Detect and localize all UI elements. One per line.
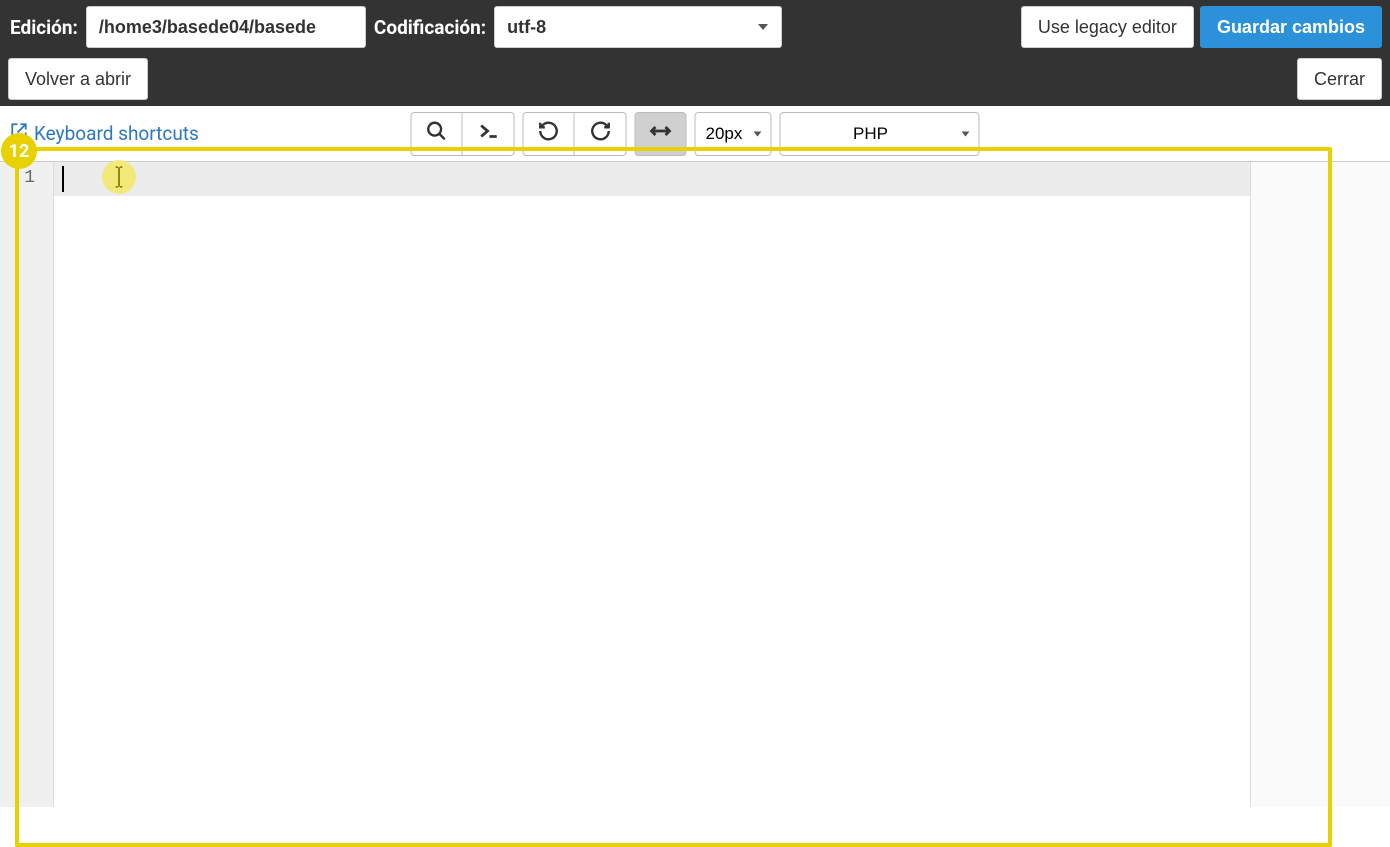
- code-editor[interactable]: 12 1: [0, 162, 1390, 807]
- editor-toolbar: Keyboard shortcuts: [0, 106, 1390, 162]
- encoding-select[interactable]: utf-8: [494, 6, 782, 48]
- editor-topbar: Edición: Codificación: utf-8 Use legacy …: [0, 0, 1390, 106]
- line-number: 1: [0, 162, 53, 194]
- save-button[interactable]: Guardar cambios: [1200, 6, 1382, 48]
- undo-icon: [538, 120, 560, 148]
- text-cursor: [62, 166, 64, 192]
- redo-button[interactable]: [575, 112, 627, 156]
- legacy-editor-button[interactable]: Use legacy editor: [1021, 6, 1194, 48]
- terminal-icon: [477, 120, 499, 148]
- line-number-gutter: 1: [0, 162, 54, 807]
- fontsize-select[interactable]: 20px: [695, 112, 772, 156]
- terminal-button[interactable]: [463, 112, 515, 156]
- horizontal-arrows-icon: [649, 119, 673, 149]
- cursor-pointer-annotation: [102, 160, 136, 194]
- keyboard-shortcuts-label: Keyboard shortcuts: [34, 122, 199, 145]
- search-icon: [426, 120, 448, 148]
- code-textarea[interactable]: [54, 162, 1390, 807]
- language-select[interactable]: PHP: [780, 112, 980, 156]
- wrap-toggle-button[interactable]: [635, 112, 687, 156]
- close-button[interactable]: Cerrar: [1297, 58, 1382, 100]
- minimap-lane[interactable]: [1250, 162, 1390, 807]
- reopen-button[interactable]: Volver a abrir: [8, 58, 148, 100]
- encoding-label: Codificación:: [372, 16, 488, 39]
- active-line[interactable]: [54, 162, 1390, 196]
- undo-button[interactable]: [523, 112, 575, 156]
- file-path-input[interactable]: [86, 6, 366, 48]
- edit-label: Edición:: [8, 16, 80, 39]
- external-link-icon: [10, 122, 28, 145]
- search-button[interactable]: [411, 112, 463, 156]
- redo-icon: [589, 120, 611, 148]
- keyboard-shortcuts-link[interactable]: Keyboard shortcuts: [10, 122, 199, 145]
